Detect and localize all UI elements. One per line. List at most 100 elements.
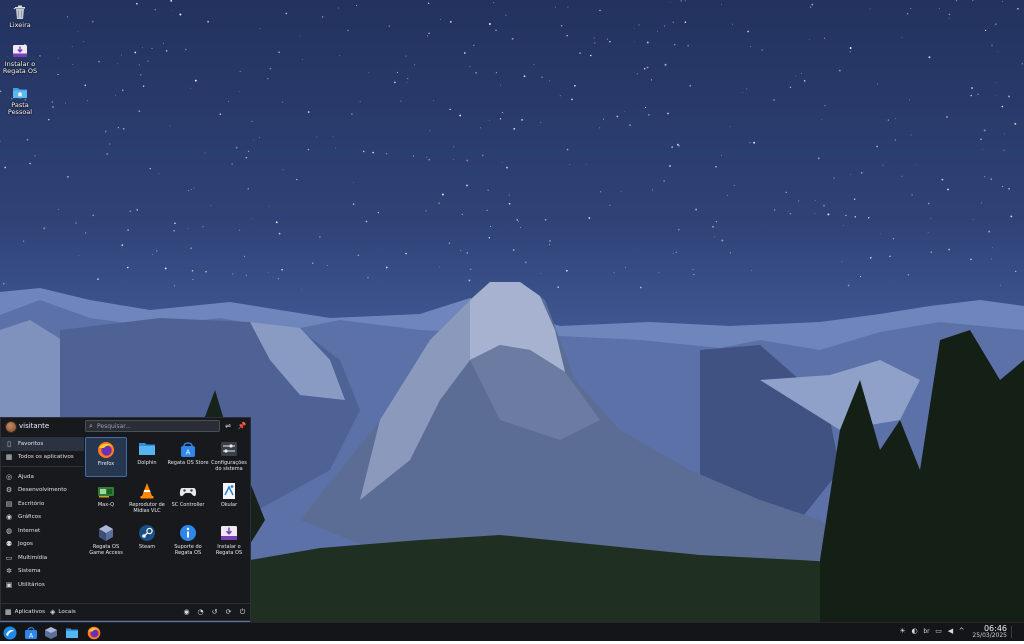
tray-keyboard-layout[interactable]: br	[922, 627, 931, 636]
category-desenvolvimento[interactable]: ⚙ Desenvolvimento	[1, 484, 84, 498]
tray-expand[interactable]: ^	[957, 627, 966, 636]
app-firefox[interactable]: Firefox	[85, 437, 127, 477]
category-favoritos[interactable]: ▯ Favoritos	[1, 437, 84, 451]
star	[231, 163, 233, 165]
star	[278, 232, 281, 235]
star	[997, 51, 999, 52]
star	[795, 75, 797, 77]
star	[971, 87, 973, 89]
star	[285, 12, 288, 15]
star	[1001, 185, 1004, 188]
star	[639, 286, 642, 289]
star	[869, 256, 872, 259]
star	[339, 55, 341, 56]
star	[174, 222, 176, 225]
star	[259, 137, 260, 138]
monitor-icon: ▭	[935, 627, 942, 635]
shutdown-button[interactable]: ⏻	[238, 608, 247, 617]
star	[1004, 133, 1006, 135]
star	[301, 289, 302, 290]
star	[117, 63, 119, 65]
show-desktop-button[interactable]	[1011, 626, 1022, 638]
star	[72, 63, 74, 65]
app-install-regata[interactable]: Instalar o Regata OS	[208, 521, 250, 561]
star	[714, 236, 715, 238]
category-label: Utilitários	[18, 581, 45, 588]
desktop-icon-install-regata[interactable]: Instalar o Regata OS	[0, 43, 40, 75]
restart-icon: ⟳	[225, 608, 232, 616]
search-input[interactable]	[97, 421, 215, 431]
star	[567, 6, 569, 8]
star	[574, 84, 576, 87]
star	[439, 266, 441, 268]
grid-icon: ▦	[5, 453, 13, 462]
category-utilitarios[interactable]: ▣ Utilitários	[1, 578, 84, 592]
app-steam[interactable]: Steam	[126, 521, 168, 561]
star	[187, 190, 189, 192]
tab-places[interactable]: ◈ Locais	[50, 608, 76, 616]
star	[894, 139, 897, 141]
tray-brightness[interactable]: ☀	[898, 627, 907, 636]
tray-display[interactable]: ▭	[934, 627, 943, 636]
app-system-settings[interactable]: Configurações do sistema	[208, 437, 250, 477]
app-sc-controller[interactable]: SC Controller	[167, 479, 209, 519]
star	[412, 155, 414, 157]
star	[466, 159, 469, 162]
desktop-icon-trash[interactable]: Lixeira	[0, 4, 40, 29]
sleep-button[interactable]: ◔	[196, 608, 205, 617]
lock-screen-button[interactable]: ◉	[182, 608, 191, 617]
star	[433, 100, 434, 102]
star	[173, 285, 176, 287]
category-label: Escritório	[18, 500, 45, 507]
star	[930, 218, 932, 219]
search-box[interactable]: ⌕	[85, 420, 220, 432]
star	[672, 253, 674, 254]
configure-menu-button[interactable]: ⇌	[223, 421, 233, 431]
star	[624, 111, 626, 112]
star	[715, 221, 717, 223]
app-game-access[interactable]: Regata OS Game Access	[85, 521, 127, 561]
star	[377, 212, 379, 214]
app-vlc[interactable]: Reprodutor de Mídias VLC	[126, 479, 168, 519]
star	[715, 166, 717, 168]
pin-menu-button[interactable]: 📌	[237, 421, 247, 431]
star	[247, 188, 249, 190]
restart-button[interactable]: ⟳	[224, 608, 233, 617]
taskbar-dolphin[interactable]	[65, 625, 79, 639]
switch-user-button[interactable]: ↺	[210, 608, 219, 617]
app-dolphin[interactable]: Dolphin	[126, 437, 168, 477]
taskbar-regata-store[interactable]: A	[24, 625, 38, 640]
avatar[interactable]	[5, 421, 17, 433]
category-internet[interactable]: ◍ Internet	[1, 524, 84, 538]
star	[282, 101, 284, 103]
star	[817, 157, 820, 160]
category-escritorio[interactable]: ▤ Escritório	[1, 497, 84, 511]
tray-updates[interactable]: ◐	[910, 627, 919, 636]
star	[609, 204, 611, 207]
application-launcher-button[interactable]	[3, 625, 17, 640]
desktop-icon-home-folder[interactable]: Pasta Pessoal	[0, 84, 40, 116]
help-icon: ◎	[5, 472, 13, 481]
tab-applications[interactable]: ▦ Aplicativos	[5, 608, 45, 616]
category-multimidia[interactable]: ▭ Multimídia	[1, 551, 84, 565]
tray-volume[interactable]: ◀	[946, 627, 955, 636]
star	[58, 57, 60, 59]
category-ajuda[interactable]: ◎ Ajuda	[1, 470, 84, 484]
trash-icon	[12, 4, 28, 20]
app-max-q[interactable]: Max-Q	[85, 479, 127, 519]
taskbar-game-access[interactable]	[44, 625, 58, 639]
star	[894, 118, 896, 120]
taskbar-firefox[interactable]	[87, 625, 101, 640]
star	[486, 209, 488, 211]
app-regata-support[interactable]: Suporte do Regata OS	[167, 521, 209, 561]
star	[854, 215, 857, 218]
category-jogos[interactable]: ⚉ Jogos	[1, 538, 84, 552]
app-okular[interactable]: Okular	[208, 479, 250, 519]
app-regata-store[interactable]: A Regata OS Store	[167, 437, 209, 477]
clock-date[interactable]: 25/03/2025	[972, 632, 1007, 639]
category-sistema[interactable]: ✲ Sistema	[1, 565, 84, 579]
power-icon: ⏻	[239, 608, 246, 616]
category-graficos[interactable]: ◉ Gráficos	[1, 511, 84, 525]
category-todos-aplicativos[interactable]: ▦ Todos os aplicativos	[1, 451, 84, 465]
star	[880, 233, 881, 235]
